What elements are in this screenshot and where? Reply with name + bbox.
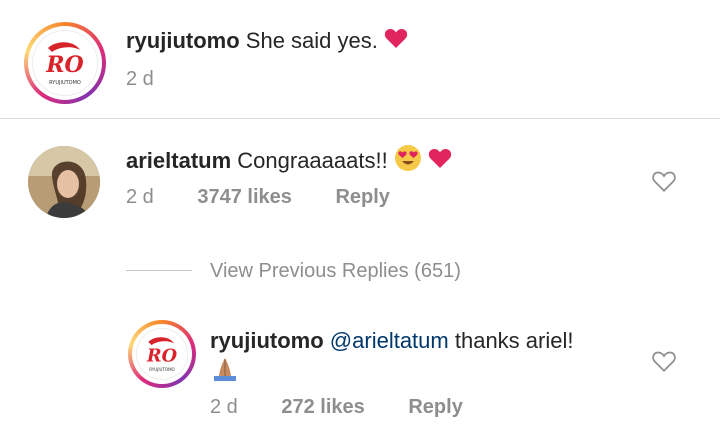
svg-text:RYUJIUTOMO: RYUJIUTOMO	[149, 367, 174, 372]
arieltatum-comment-line: arieltatum Congraaaaats!!	[126, 144, 452, 180]
reply-comment-line: ryujiutomo @arieltatum thanks ariel!	[210, 326, 573, 356]
arieltatum-avatar[interactable]	[28, 146, 100, 218]
arieltatum-reply-button[interactable]: Reply	[335, 186, 389, 209]
reply-text: thanks ariel!	[454, 328, 574, 353]
caption-username[interactable]: ryujiutomo	[126, 28, 240, 53]
like-heart-icon[interactable]	[651, 348, 677, 374]
arieltatum-time: 2 d	[126, 186, 154, 208]
caption-time: 2 d	[126, 68, 154, 90]
comments-screen: RO RYUJIUTOMO ryujiutomo She said yes. 2…	[0, 0, 720, 448]
arieltatum-username[interactable]: arieltatum	[126, 148, 231, 173]
caption-meta: 2 d	[126, 68, 154, 91]
replies-divider-line	[126, 270, 192, 271]
svg-text:RO: RO	[146, 345, 178, 366]
caption-divider	[0, 118, 720, 119]
red-heart-emoji-icon	[428, 147, 452, 177]
view-previous-replies-button[interactable]: View Previous Replies (651)	[210, 260, 461, 283]
reply-likes[interactable]: 272 likes	[281, 396, 364, 419]
arieltatum-likes[interactable]: 3747 likes	[197, 186, 292, 209]
ro-logo-icon: RO RYUJIUTOMO	[32, 30, 98, 96]
arieltatum-comment-text: Congraaaaats!!	[237, 147, 388, 173]
reply-avatar[interactable]: RO RYUJIUTOMO	[128, 320, 196, 388]
svg-text:RYUJIUTOMO: RYUJIUTOMO	[49, 80, 81, 86]
caption-text-line: ryujiutomo She said yes.	[126, 26, 408, 57]
reply-mention[interactable]: @arieltatum	[330, 328, 449, 353]
svg-text:RO: RO	[45, 52, 83, 78]
caption-avatar[interactable]: RO RYUJIUTOMO	[24, 22, 106, 104]
like-heart-icon[interactable]	[651, 168, 677, 194]
reply-reply-button[interactable]: Reply	[408, 396, 462, 419]
praying-hands-emoji-icon	[210, 356, 240, 387]
reply-meta: 2 d 272 likes Reply	[210, 396, 463, 419]
ro-logo-icon: RO RYUJIUTOMO	[136, 328, 188, 380]
red-heart-emoji-icon	[384, 27, 408, 57]
reply-time: 2 d	[210, 396, 238, 418]
reply-username[interactable]: ryujiutomo	[210, 328, 324, 353]
arieltatum-meta: 2 d 3747 likes Reply	[126, 186, 390, 209]
heart-eyes-emoji-icon	[394, 144, 422, 180]
caption-text: She said yes.	[245, 28, 378, 53]
